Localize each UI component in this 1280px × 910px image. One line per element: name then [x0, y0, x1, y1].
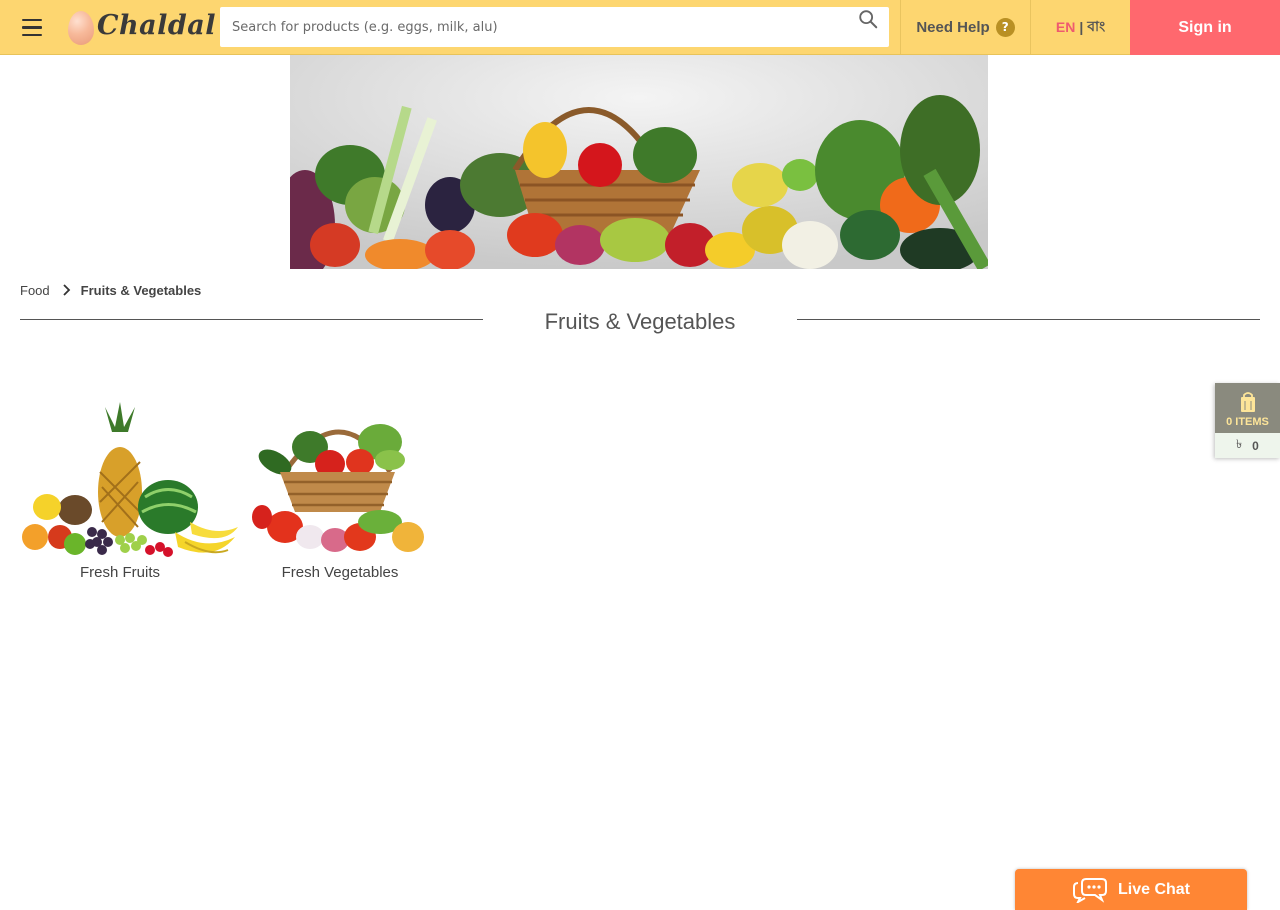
page-title: Fruits & Vegetables: [544, 309, 736, 334]
sign-in-button[interactable]: Sign in: [1130, 0, 1280, 55]
chevron-right-icon: [63, 284, 70, 296]
lang-en-option[interactable]: EN: [1056, 19, 1075, 35]
search-input[interactable]: [220, 7, 889, 47]
breadcrumb: Food Fruits & Vegetables: [20, 281, 201, 299]
title-divider-right: [797, 319, 1260, 320]
logo-text: Chaldal: [97, 10, 217, 41]
shopping-bag-icon: [1240, 391, 1255, 412]
menu-icon-bar: [22, 33, 42, 37]
category-tile-fresh-fruits[interactable]: Fresh Fruits: [20, 362, 240, 592]
breadcrumb-food-link[interactable]: Food: [20, 283, 50, 298]
chaldal-logo[interactable]: Chaldal: [68, 8, 216, 48]
egg-logo-icon: [68, 11, 94, 45]
category-tile-fresh-vegetables[interactable]: Fresh Vegetables: [240, 362, 460, 592]
breadcrumb-current: Fruits & Vegetables: [80, 282, 202, 298]
cart-widget[interactable]: 0 ITEMS ৳ 0: [1215, 383, 1280, 458]
question-icon: ?: [995, 17, 1015, 37]
cart-total-value: 0: [1252, 438, 1259, 453]
menu-icon-bar: [22, 19, 42, 22]
fresh-fruits-image: [22, 402, 238, 557]
live-chat-button[interactable]: Live Chat: [1015, 869, 1247, 910]
menu-icon[interactable]: [18, 16, 46, 40]
live-chat-label: Live Chat: [1117, 880, 1190, 898]
search-icon[interactable]: [857, 8, 879, 30]
category-label: Fresh Vegetables: [281, 564, 399, 581]
cart-summary: 0 ITEMS: [1215, 383, 1280, 433]
top-header: Chaldal Need Help ? EN | বাং Sign in: [0, 0, 1280, 55]
fruits-vegetables-banner: [290, 55, 988, 269]
need-help-label: Need Help: [916, 18, 990, 36]
menu-icon-bar: [22, 26, 42, 29]
language-switcher: EN | বাং: [1030, 0, 1130, 54]
cart-item-count: 0 ITEMS: [1226, 415, 1269, 428]
lang-bn-option[interactable]: বাং: [1087, 15, 1105, 39]
title-divider-left: [20, 319, 483, 320]
taka-icon: ৳: [1236, 436, 1243, 451]
category-label: Fresh Fruits: [79, 564, 160, 581]
search-bar: [220, 7, 889, 47]
cart-total: ৳ 0: [1215, 433, 1280, 458]
lang-separator: |: [1079, 19, 1084, 35]
chat-bubble-icon: [1072, 877, 1107, 903]
need-help-button[interactable]: Need Help ?: [900, 0, 1030, 54]
fresh-vegetables-image: [252, 424, 424, 552]
banner-image: [290, 55, 988, 269]
